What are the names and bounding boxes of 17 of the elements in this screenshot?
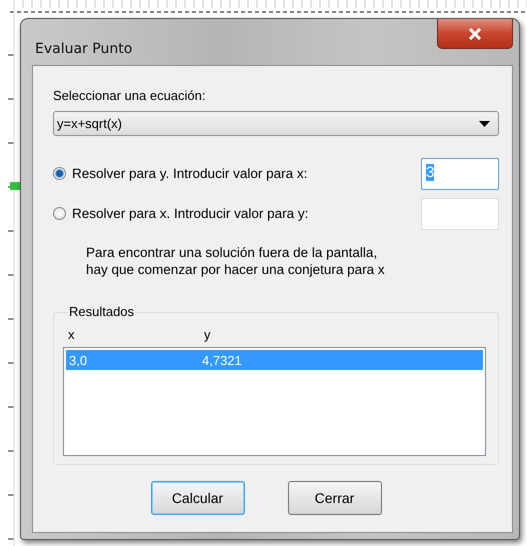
dialog-button[interactable]: Calcular (150, 481, 244, 515)
dropdown-arrow-icon (479, 120, 490, 126)
column-header: y (204, 327, 212, 344)
group-title: Resultados (68, 304, 136, 319)
equation-dropdown[interactable]: y=x+sqrt(x) (53, 111, 499, 136)
value-input[interactable] (421, 198, 499, 230)
radio-button[interactable] (53, 167, 66, 180)
column-header: x (68, 327, 76, 344)
window-title: Evaluar Punto (35, 41, 132, 57)
close-icon (468, 28, 482, 40)
dialog-button[interactable]: Cerrar (288, 481, 382, 515)
radio-label: Resolver para x. Introducir valor para y: (72, 206, 310, 221)
close-button[interactable] (437, 19, 513, 49)
radio-label: Resolver para y. Introducir valor para x: (72, 166, 308, 181)
hint-text: Para encontrar una solución fuera de la pantalla, hay que comenzar por hacer una conjetura para x (86, 244, 386, 278)
radio-button[interactable] (53, 207, 66, 220)
equation-label: Seleccionar una ecuación: (53, 88, 206, 103)
